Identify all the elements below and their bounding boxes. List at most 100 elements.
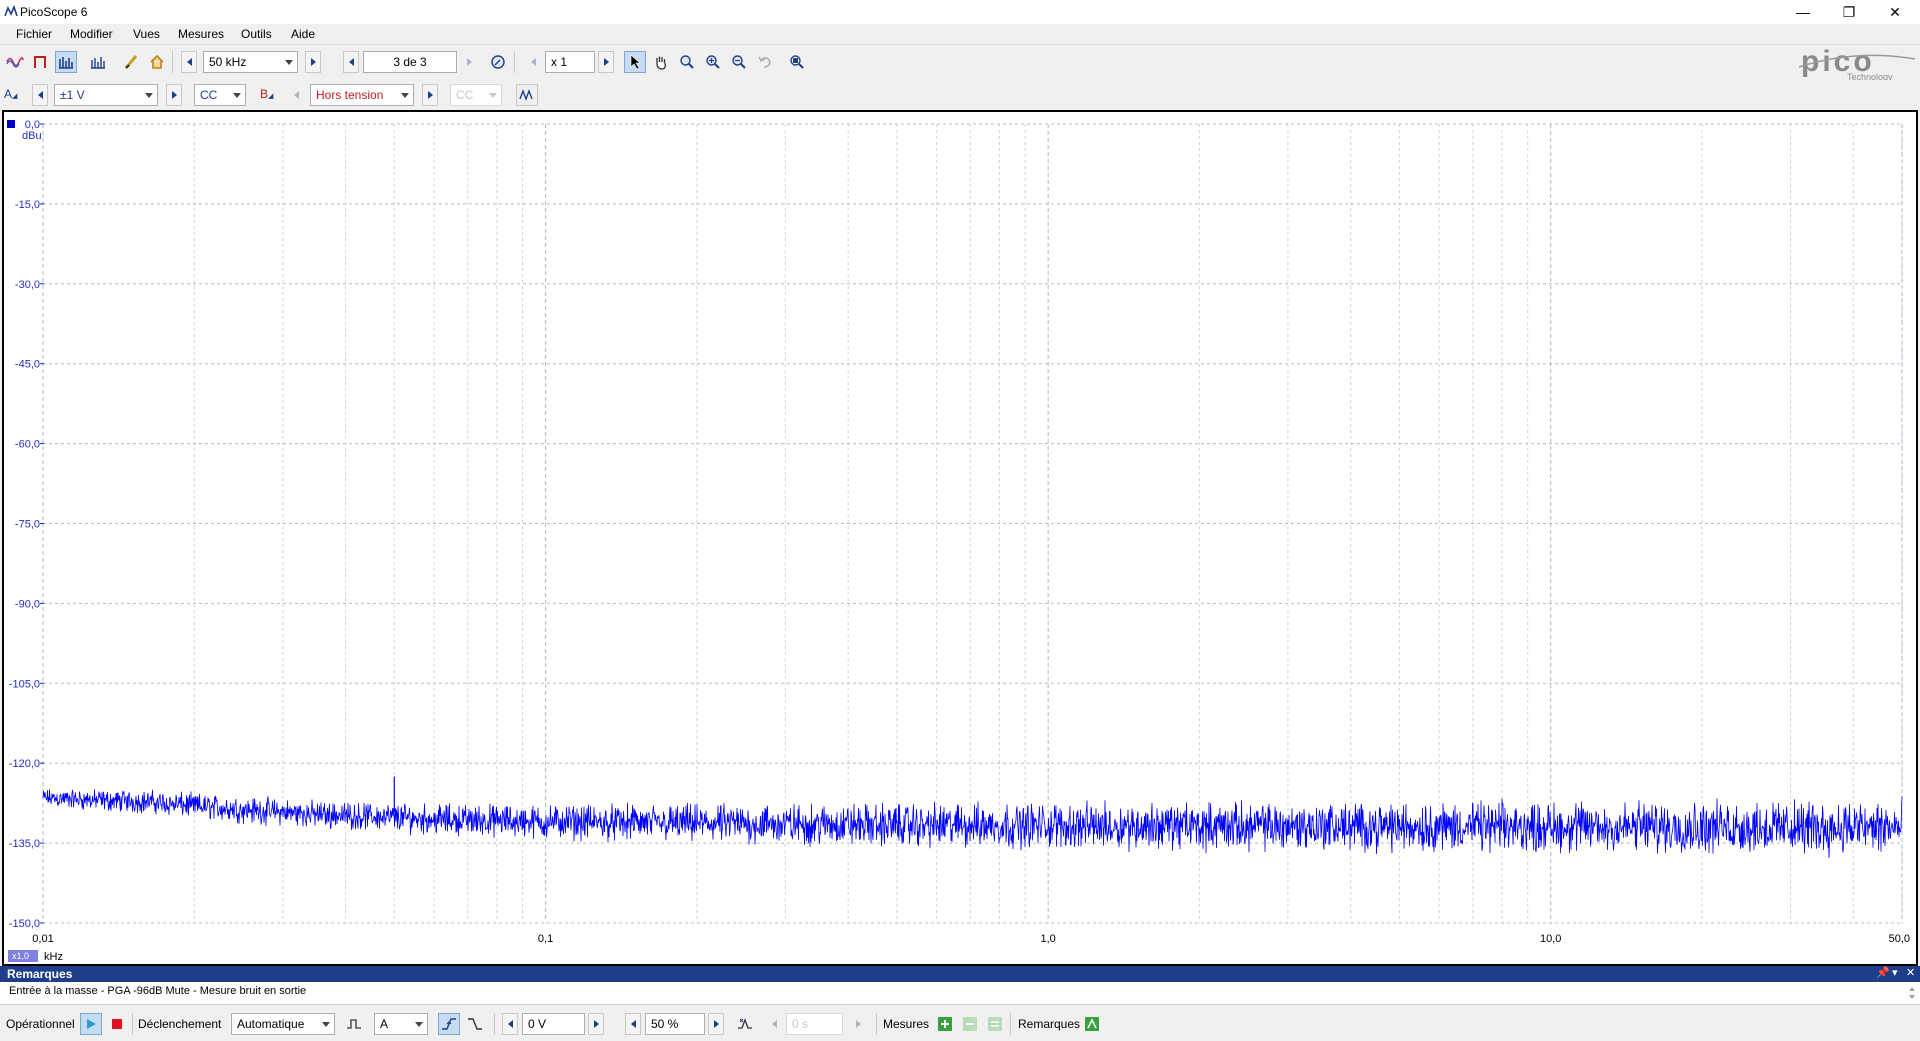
dropdown-arrow-icon (233, 93, 241, 98)
channel-a-trace (42, 776, 1903, 858)
range-a-select[interactable]: ±1 V (54, 84, 158, 106)
range-b-next-button[interactable] (422, 84, 438, 106)
delay-prev-button[interactable] (766, 1013, 782, 1035)
arrow-left-icon (530, 58, 536, 66)
coupling-b-value: CC (456, 88, 474, 102)
buffer-next-button[interactable] (461, 51, 477, 73)
undo-zoom-button[interactable] (754, 51, 776, 73)
sample-rate-next-button[interactable] (305, 51, 321, 73)
zoom-out-button[interactable] (728, 51, 750, 73)
menu-bar: Fichier Modifier Vues Mesures Outils Aid… (0, 24, 1920, 44)
threshold-next-button[interactable] (588, 1013, 604, 1035)
delay-field[interactable]: 0 s (786, 1013, 843, 1035)
menu-outils[interactable]: Outils (241, 27, 272, 41)
buffer-overview-button[interactable] (487, 51, 509, 73)
zoom-next-button[interactable] (598, 51, 614, 73)
y-axis-unit: dBu (22, 130, 42, 142)
zoom-overview-button[interactable] (786, 51, 808, 73)
buffer-navigator[interactable]: 3 de 3 (363, 51, 457, 73)
persistence-mode-button[interactable] (30, 51, 52, 73)
range-b-prev-button[interactable] (288, 84, 304, 106)
menu-modifier[interactable]: Modifier (70, 27, 113, 41)
y-axis-tick-labels: 0,0-15,0-30,0-45,0-60,0-75,0-90,0-105,0-… (9, 119, 44, 930)
grid-major (42, 123, 1903, 924)
undo-icon (758, 56, 771, 68)
buffer-prev-button[interactable] (343, 51, 359, 73)
sample-rate-prev-button[interactable] (181, 51, 197, 73)
trigger-delay-button[interactable] (734, 1013, 756, 1035)
y-tick-label: -60,0 (15, 439, 40, 451)
coupling-b-select[interactable]: CC (450, 84, 502, 106)
panel-menu-icon[interactable]: ▾ (1892, 966, 1898, 979)
rising-edge-button[interactable] (438, 1013, 460, 1035)
scope-mode-button[interactable] (4, 51, 26, 73)
spectrum-view[interactable]: 0,0 -15,0 -30,0 -45,0 -60,0 -75,0 -90,0 -105,0-… (2, 110, 1918, 966)
toolbar-separator (514, 51, 515, 73)
threshold-field[interactable]: 0 V (522, 1013, 585, 1035)
sample-rate-select[interactable]: 50 kHz (203, 51, 298, 73)
range-a-next-button[interactable] (166, 84, 182, 106)
trigger-mode-select[interactable]: Automatique (231, 1013, 335, 1035)
channel-a-button[interactable]: A◢ (4, 84, 22, 106)
probe-button[interactable] (120, 51, 142, 73)
x-tick-label: 10,0 (1540, 933, 1561, 945)
notes-toggle-button[interactable] (1081, 1013, 1103, 1035)
run-button[interactable] (80, 1013, 102, 1035)
channel-b-label: B (260, 87, 269, 101)
dropdown-arrow-icon (285, 60, 293, 65)
status-separator (876, 1013, 877, 1035)
notes-icon (1085, 1017, 1099, 1031)
pin-icon[interactable]: 📌 (1876, 966, 1890, 979)
channel-a-axis-marker[interactable] (7, 120, 15, 128)
channel-b-button[interactable]: B◢ (260, 84, 278, 106)
pretrigger-next-button[interactable] (708, 1013, 724, 1035)
range-b-select[interactable]: Hors tension (310, 84, 414, 106)
zoom-prev-button[interactable] (525, 51, 541, 73)
menu-fichier[interactable]: Fichier (16, 27, 52, 41)
select-tool-button[interactable] (624, 51, 646, 73)
measurements-label: Mesures (883, 1017, 930, 1031)
home-button[interactable] (146, 51, 168, 73)
maximize-button[interactable]: ❐ (1826, 0, 1872, 24)
threshold-prev-button[interactable] (502, 1013, 518, 1035)
trigger-source-select[interactable]: A (374, 1013, 428, 1035)
hand-tool-button[interactable] (650, 51, 672, 73)
spectrum-options-button[interactable] (87, 51, 109, 73)
compass-icon (491, 55, 505, 69)
dropdown-arrow-icon (401, 93, 409, 98)
delete-measurement-button[interactable] (984, 1013, 1006, 1035)
edit-measurement-button[interactable] (959, 1013, 981, 1035)
arrow-right-icon (855, 1020, 861, 1028)
range-a-value: ±1 V (60, 88, 85, 102)
remarks-scrollbar[interactable] (1906, 984, 1918, 1002)
stop-icon (112, 1019, 122, 1029)
arrow-right-icon (466, 58, 472, 66)
menu-aide[interactable]: Aide (291, 27, 315, 41)
add-measurement-button[interactable] (934, 1013, 956, 1035)
minimize-button[interactable]: — (1780, 0, 1826, 24)
home-icon (150, 54, 164, 69)
zoom-factor-field[interactable]: x 1 (545, 51, 595, 73)
arrow-right-icon (427, 91, 433, 99)
close-button[interactable]: ✕ (1872, 0, 1918, 24)
remarks-text-area[interactable]: Entrée à la masse - PGA -96dB Mute - Mes… (0, 982, 1920, 1005)
pretrigger-prev-button[interactable] (625, 1013, 641, 1035)
menu-vues[interactable]: Vues (133, 27, 160, 41)
math-channels-button[interactable] (516, 84, 538, 106)
zoom-in-button[interactable] (702, 51, 724, 73)
panel-close-icon[interactable]: ✕ (1906, 966, 1915, 979)
edit-icon (963, 1017, 977, 1031)
spectrum-mode-button[interactable] (55, 51, 77, 73)
delay-next-button[interactable] (850, 1013, 866, 1035)
zoom-area-button[interactable] (676, 51, 698, 73)
falling-edge-button[interactable] (464, 1013, 486, 1035)
stop-button[interactable] (106, 1013, 128, 1035)
arrow-right-icon (603, 58, 609, 66)
range-a-prev-button[interactable] (32, 84, 48, 106)
zoom-factor-value: x 1 (551, 55, 568, 69)
coupling-a-select[interactable]: CC (194, 84, 246, 106)
advanced-trigger-button[interactable] (343, 1013, 365, 1035)
pretrigger-field[interactable]: 50 % (645, 1013, 705, 1035)
menu-mesures[interactable]: Mesures (178, 27, 224, 41)
dropdown-arrow-icon (415, 1022, 423, 1027)
